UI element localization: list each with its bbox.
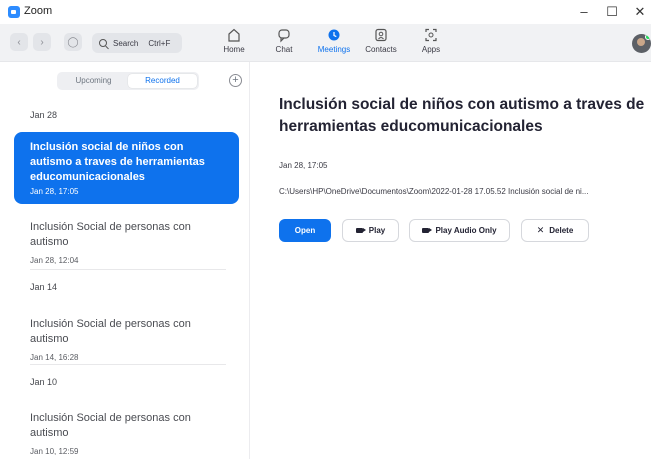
minimize-button[interactable]: – [574, 3, 594, 21]
tab-meetings-label: Meetings [317, 45, 351, 54]
page-title: Inclusión social de niños con autismo a … [279, 96, 645, 135]
tab-apps-label: Apps [421, 45, 441, 54]
open-button-label: Open [294, 226, 316, 235]
meetings-segmented-control: Upcoming Recorded [57, 72, 199, 90]
recording-time: Jan 10, 12:59 [30, 447, 79, 456]
recording-title: Inclusión Social de personas con autismo [30, 412, 191, 439]
search-label: Search [113, 38, 139, 48]
history-button[interactable]: ◯ [64, 33, 82, 51]
play-audio-only-label: Play Audio Only [435, 226, 497, 235]
recording-date: Jan 28, 17:05 [279, 161, 328, 170]
recording-title: Inclusión social de niños con autismo a … [30, 141, 205, 183]
avatar[interactable] [632, 34, 651, 53]
list-item[interactable]: Inclusión Social de personas con autismo… [14, 403, 239, 456]
top-toolbar: ‹ › ◯ Search Ctrl+F Home Chat Meetings C… [0, 24, 651, 62]
chat-icon [278, 29, 290, 43]
tab-upcoming[interactable]: Upcoming [59, 74, 128, 88]
title-bar: Zoom – ☐ ✕ [0, 0, 651, 24]
recording-title: Inclusión Social de personas con autismo [30, 221, 191, 248]
clock-icon [328, 29, 340, 41]
recordings-sidebar: Upcoming Recorded + Jan 28 Inclusión soc… [0, 62, 250, 459]
play-button[interactable]: Play [342, 219, 399, 242]
list-item[interactable]: Inclusión social de niños con autismo a … [14, 132, 239, 204]
tab-contacts-label: Contacts [365, 45, 397, 54]
video-camera-icon [355, 228, 366, 233]
recording-title: Inclusión Social de personas con autismo [30, 318, 191, 345]
home-icon [228, 28, 240, 42]
close-window-button[interactable]: ✕ [630, 3, 650, 21]
chevron-left-icon: ‹ [17, 36, 21, 48]
video-camera-icon [422, 228, 433, 233]
date-header: Jan 28 [30, 110, 58, 120]
tab-chat[interactable]: Chat [272, 27, 296, 59]
contacts-icon [375, 28, 387, 42]
play-audio-only-button[interactable]: Play Audio Only [409, 219, 510, 242]
tab-chat-label: Chat [275, 45, 293, 54]
file-path: C:\Users\HP\OneDrive\Documentos\Zoom\202… [279, 187, 589, 196]
zoom-logo-icon [8, 6, 20, 18]
list-item[interactable]: Inclusión Social de personas con autismo… [14, 309, 239, 362]
search-input[interactable]: Search Ctrl+F [92, 33, 182, 53]
tab-contacts[interactable]: Contacts [364, 27, 398, 59]
chevron-right-icon: › [40, 36, 44, 48]
recording-time: Jan 28, 17:05 [30, 187, 79, 196]
date-header: Jan 10 [30, 377, 58, 387]
maximize-button[interactable]: ☐ [602, 3, 622, 21]
online-status-icon [645, 34, 651, 40]
forward-button[interactable]: › [33, 33, 51, 51]
window-title: Zoom [24, 5, 53, 17]
play-button-label: Play [368, 226, 386, 235]
tab-meetings[interactable]: Meetings [313, 27, 355, 59]
tab-home-label: Home [223, 45, 245, 54]
list-item[interactable]: Inclusión Social de personas con autismo… [14, 212, 239, 265]
close-icon: ✕ [536, 225, 545, 235]
delete-button[interactable]: ✕ Delete [521, 219, 589, 242]
tab-recorded[interactable]: Recorded [128, 74, 197, 88]
recording-time: Jan 14, 16:28 [30, 353, 79, 362]
add-icon[interactable]: + [229, 74, 242, 87]
search-shortcut: Ctrl+F [148, 38, 171, 48]
recording-time: Jan 28, 12:04 [30, 256, 79, 265]
apps-icon [425, 28, 437, 42]
recording-detail: Inclusión social de niños con autismo a … [251, 62, 651, 459]
delete-button-label: Delete [549, 226, 574, 235]
date-header: Jan 14 [30, 282, 58, 292]
history-icon: ◯ [67, 36, 79, 48]
divider [30, 364, 226, 365]
search-icon [99, 39, 107, 47]
open-button[interactable]: Open [279, 219, 331, 242]
tab-home[interactable]: Home [220, 27, 248, 59]
back-button[interactable]: ‹ [10, 33, 28, 51]
divider [30, 269, 226, 270]
tab-apps[interactable]: Apps [419, 27, 443, 59]
